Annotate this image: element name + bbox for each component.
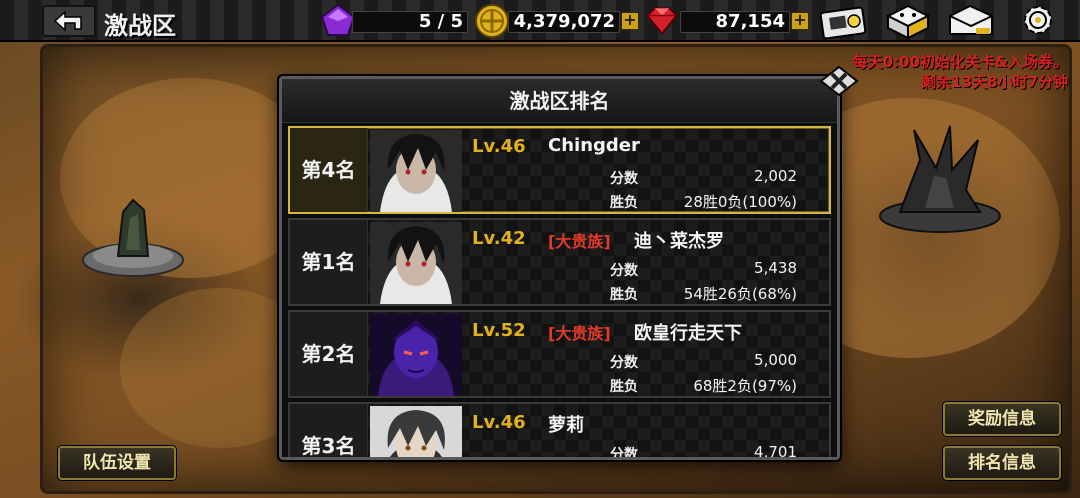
red-gem-icon [646,7,678,36]
ranking-row[interactable]: 第3名 Lv.46 萝莉 分数 4,701 [288,402,831,460]
player-level: Lv.42 [472,228,526,249]
add-gem-button[interactable]: + [791,12,809,30]
ranking-row[interactable]: 第1名 Lv.42 [大贵族] 迪丶菜杰罗 分数 5,438 胜负 54胜26负… [288,218,831,306]
energy-counter: 5 / 5 [352,11,468,33]
score-value: 4,701 [754,443,797,460]
ranking-info-button[interactable]: 排名信息 [943,446,1061,480]
player-name: 迪丶菜杰罗 [634,231,724,252]
record-label: 胜负 [610,379,638,395]
record-label: 胜负 [610,287,638,303]
score-value: 5,000 [754,351,797,369]
dice-icon[interactable] [882,2,932,40]
stone-tower-icon[interactable] [78,190,188,280]
mail-icon[interactable] [946,2,996,40]
dark-spire-icon[interactable] [870,120,1010,240]
back-button[interactable] [42,5,96,37]
player-name: 萝莉 [548,415,584,436]
back-icon [53,10,82,32]
reward-info-button[interactable]: 奖励信息 [943,402,1061,436]
panel-title: 激战区排名 [282,79,837,123]
countdown-text: 剩余13天8小时7分钟 [921,73,1068,91]
player-level: Lv.46 [472,412,526,433]
close-button[interactable] [818,64,860,98]
score-value: 2,002 [754,167,797,185]
add-gold-button[interactable]: + [621,12,639,30]
player-portrait [370,406,462,457]
record-value: 68胜2负(97%) [693,377,797,395]
flashlight-icon[interactable] [818,2,868,40]
rank-label: 第2名 [290,312,368,396]
score-label: 分数 [610,263,638,279]
player-portrait [370,222,462,304]
gold-coin-icon [475,4,509,38]
notice-line-1: 每天0:00初始化关卡&入场券。 [852,53,1068,71]
score-label: 分数 [610,171,638,187]
player-level: Lv.52 [472,320,526,341]
rank-label: 第3名 [290,404,368,457]
player-level: Lv.46 [472,136,526,157]
ranking-panel: 激战区排名 第4名 Lv.46 Chingder 分数 2,002 胜负 28胜… [279,76,840,460]
record-value: 28胜0负(100%) [683,193,797,211]
player-name: Chingder [548,135,640,156]
noble-title: [大贵族] [548,232,611,251]
ranking-row[interactable]: 第2名 Lv.52 [大贵族] 欧皇行走天下 分数 5,000 胜负 68胜2负… [288,310,831,398]
team-settings-button[interactable]: 队伍设置 [58,446,176,480]
ranking-row[interactable]: 第4名 Lv.46 Chingder 分数 2,002 胜负 28胜0负(100… [288,126,831,214]
reset-notice: 每天0:00初始化关卡&入场券。 剩余13天8小时7分钟 [853,52,1068,92]
rank-label: 第4名 [290,128,368,212]
noble-title: [大贵族] [548,324,611,343]
gold-counter: 4,379,072 [508,11,620,33]
rank-label: 第1名 [290,220,368,304]
close-icon [819,65,859,97]
player-portrait [370,314,462,396]
settings-gear-icon[interactable] [1010,2,1070,40]
player-name: 欧皇行走天下 [634,323,742,344]
score-label: 分数 [610,447,638,460]
player-portrait [370,130,462,212]
record-label: 胜负 [610,195,638,211]
ranking-list[interactable]: 第4名 Lv.46 Chingder 分数 2,002 胜负 28胜0负(100… [288,126,831,460]
score-label: 分数 [610,355,638,371]
gem-counter: 87,154 [680,11,790,33]
score-value: 5,438 [754,259,797,277]
page-title: 激战区 [104,12,176,40]
record-value: 54胜26负(68%) [683,285,797,303]
